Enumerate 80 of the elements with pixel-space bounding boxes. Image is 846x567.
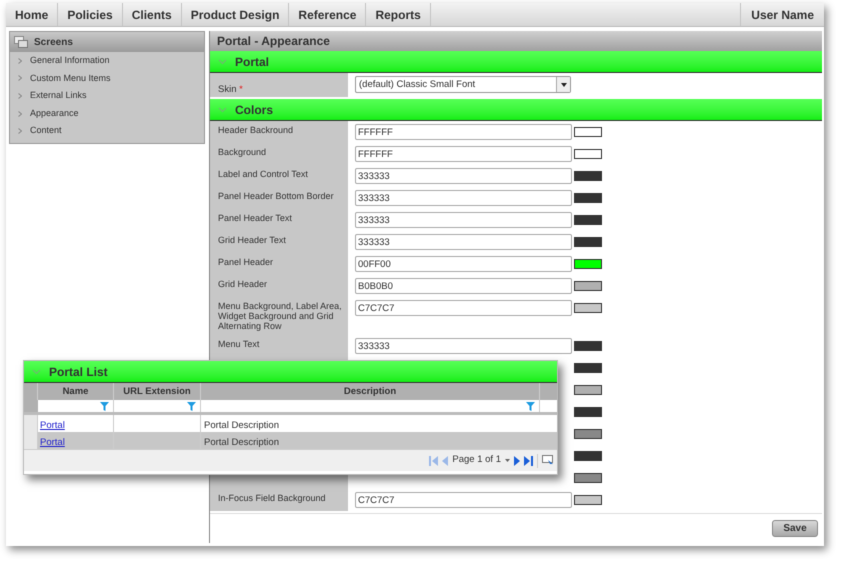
color-swatch[interactable] [574, 303, 602, 313]
chevron-right-icon [18, 75, 22, 82]
color-input[interactable]: FFFFFF [355, 124, 572, 140]
section-title: Portal [235, 54, 270, 70]
color-input[interactable]: 333333 [355, 234, 572, 250]
table-cell: Portal Description [204, 420, 279, 431]
portal-link[interactable]: Portal [40, 437, 65, 448]
panel-title: Portal - Appearance [217, 33, 330, 50]
nav-tab[interactable]: Product Design [182, 3, 290, 26]
color-swatch[interactable] [574, 473, 602, 483]
color-input[interactable]: 00FF00 [355, 256, 572, 272]
color-swatch[interactable] [574, 171, 602, 181]
table-cell: Portal Description [204, 437, 279, 448]
chevron-right-icon [18, 58, 22, 64]
chevron-right-icon [18, 110, 22, 117]
color-swatch[interactable] [574, 281, 602, 291]
color-swatch[interactable] [574, 363, 602, 373]
page-indicator[interactable]: Page 1 of 1 [452, 453, 501, 468]
chevron-down-icon[interactable] [32, 368, 41, 374]
chevron-down-icon[interactable] [218, 58, 227, 64]
caret-icon[interactable] [560, 82, 566, 86]
color-input[interactable]: 333333 [355, 190, 572, 206]
last-page-icon[interactable] [524, 456, 533, 466]
nav-tab[interactable]: Home [6, 3, 58, 26]
field-label: Background [218, 147, 268, 157]
portal-link[interactable]: Portal [40, 420, 65, 431]
color-input[interactable]: FFFFFF [355, 146, 572, 162]
section-title: Colors [235, 102, 274, 118]
field-label: Label and Control Text [218, 169, 309, 179]
color-swatch[interactable] [574, 495, 602, 505]
color-input[interactable]: C7C7C7 [355, 300, 572, 316]
next-page-icon[interactable] [514, 456, 520, 466]
required-mark: * [239, 84, 243, 95]
color-input[interactable]: 333333 [355, 338, 572, 354]
save-button[interactable]: Save [772, 520, 818, 537]
field-label: Grid Header Text [218, 235, 287, 245]
field-label: Grid Header [218, 279, 268, 289]
field-label: Skin [218, 84, 238, 95]
color-swatch[interactable] [574, 237, 602, 247]
sidebar-item[interactable]: General Information [30, 54, 110, 68]
color-swatch[interactable] [574, 127, 602, 137]
nav-tab[interactable]: Policies [58, 3, 123, 26]
sidebar-item[interactable]: Custom Menu Items [30, 72, 111, 86]
chevron-down-icon[interactable] [218, 106, 227, 112]
section-title: Portal List [49, 364, 108, 380]
sidebar-item[interactable]: External Links [30, 89, 87, 103]
export-icon[interactable] [542, 455, 554, 466]
previous-page-icon[interactable] [442, 456, 448, 466]
skin-dropdown[interactable]: (default) Classic Small Font [355, 76, 571, 93]
color-swatch[interactable] [574, 407, 602, 417]
nav-tab[interactable]: Clients [122, 3, 182, 26]
field-label: Menu Background, Label Area, Widget Background and Grid Alternating Row [218, 301, 343, 331]
nav-tab[interactable]: Reference [289, 3, 366, 26]
sidebar-item[interactable]: Content [30, 124, 62, 138]
nav-tab[interactable]: Reports [366, 3, 431, 26]
color-swatch[interactable] [574, 385, 602, 395]
color-swatch[interactable] [574, 429, 602, 439]
color-input[interactable]: B0B0B0 [355, 278, 572, 294]
field-label: In-Focus Field Background [218, 493, 327, 503]
color-swatch[interactable] [574, 215, 602, 225]
field-label: Menu Text [218, 339, 260, 349]
chevron-right-icon [18, 92, 22, 99]
field-label: Panel Header [218, 257, 274, 267]
color-input[interactable]: C7C7C7 [355, 492, 572, 508]
color-input[interactable]: 333333 [355, 168, 572, 184]
sidebar-title: Screens [34, 36, 73, 50]
sidebar-item[interactable]: Appearance [30, 106, 79, 120]
user-menu[interactable]: User Name [740, 3, 824, 26]
color-swatch[interactable] [574, 149, 602, 159]
first-page-icon[interactable] [429, 456, 438, 466]
color-swatch[interactable] [574, 193, 602, 203]
field-label: Header Backround [218, 125, 294, 135]
chevron-right-icon [18, 128, 22, 134]
color-swatch[interactable] [574, 451, 602, 461]
field-label: Panel Header Text [218, 213, 293, 223]
color-input[interactable]: 333333 [355, 212, 572, 228]
color-swatch[interactable] [574, 341, 602, 351]
field-label: Panel Header Bottom Border [218, 191, 335, 201]
color-swatch[interactable] [574, 259, 602, 269]
screens-icon [14, 36, 28, 48]
